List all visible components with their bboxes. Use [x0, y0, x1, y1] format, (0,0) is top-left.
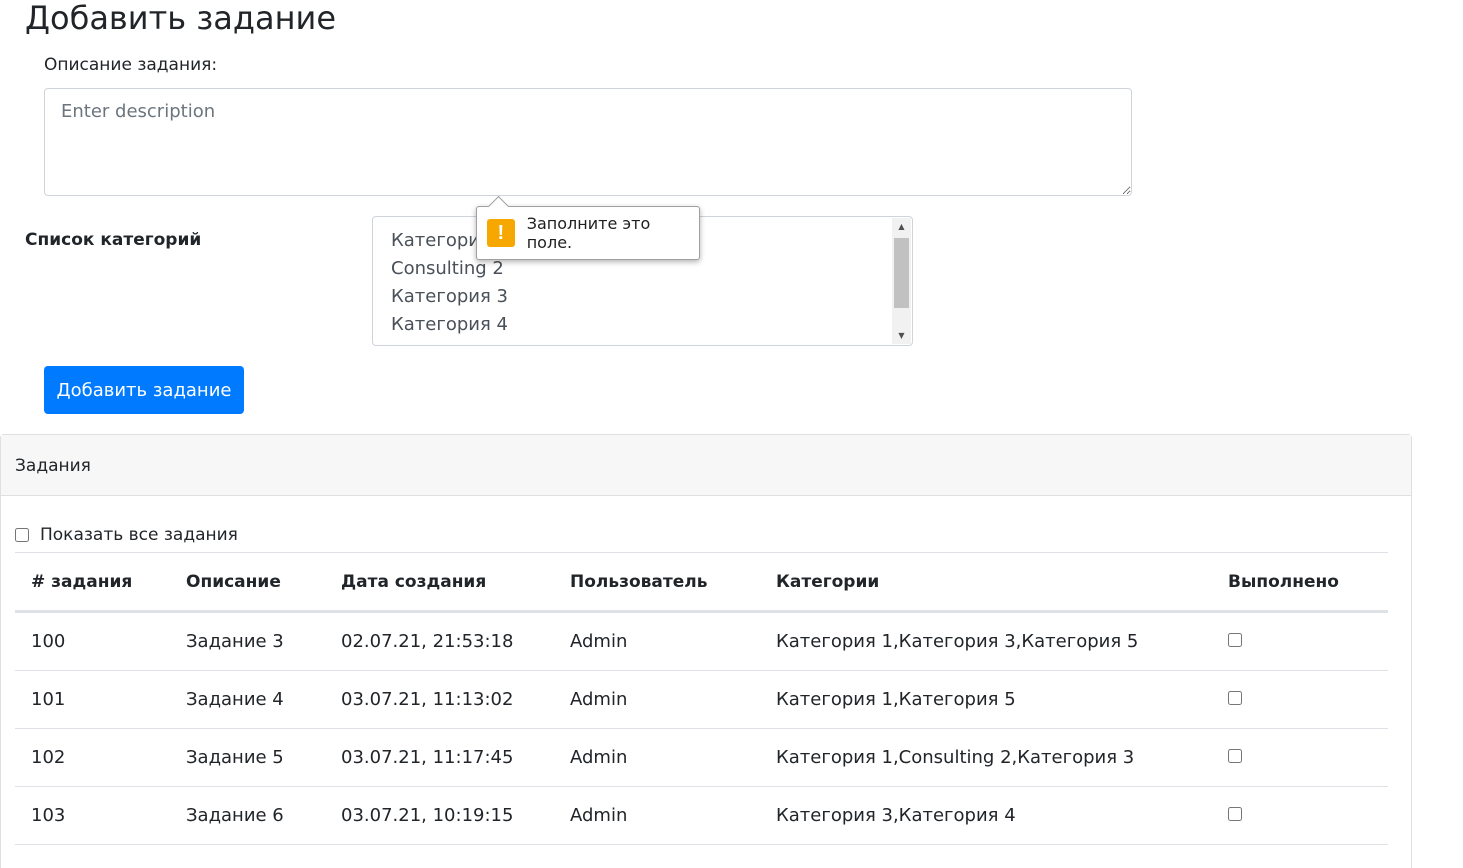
- scroll-up-arrow-icon[interactable]: ▲: [892, 218, 911, 235]
- task-done-checkbox[interactable]: [1228, 633, 1242, 647]
- task-user: Admin: [554, 786, 760, 845]
- categories-label: Список категорий: [25, 230, 202, 250]
- show-all-label: Показать все задания: [40, 525, 238, 545]
- scroll-down-arrow-icon[interactable]: ▼: [892, 327, 911, 344]
- task-categories: Категория 1,Категория 5: [760, 670, 1212, 729]
- task-categories: Категория 3,Категория 4: [760, 786, 1212, 845]
- column-header-description: Описание: [170, 552, 325, 613]
- column-header-created: Дата создания: [325, 552, 554, 613]
- add-task-button[interactable]: Добавить задание: [44, 366, 244, 414]
- categories-scrollbar[interactable]: ▲ ▼: [892, 218, 911, 344]
- task-description: Задание 6: [170, 786, 325, 845]
- task-id: 101: [15, 670, 170, 729]
- task-user: Admin: [554, 728, 760, 787]
- column-header-done: Выполнено: [1212, 552, 1388, 613]
- task-created: 02.07.21, 21:53:18: [325, 611, 554, 671]
- page-title: Добавить задание: [25, 0, 337, 37]
- table-row: 100 Задание 3 02.07.21, 21:53:18 Admin К…: [15, 611, 1388, 671]
- task-created: 03.07.21, 10:19:15: [325, 786, 554, 845]
- task-id: 102: [15, 728, 170, 787]
- task-id: 103: [15, 786, 170, 845]
- task-description: Задание 5: [170, 728, 325, 787]
- task-user: Admin: [554, 611, 760, 671]
- description-label: Описание задания:: [44, 55, 218, 75]
- tasks-card: Задания Показать все задания # задания О…: [0, 434, 1412, 868]
- table-header-row: # задания Описание Дата создания Пользов…: [15, 552, 1388, 613]
- task-user: Admin: [554, 670, 760, 729]
- task-done-checkbox[interactable]: [1228, 691, 1242, 705]
- tasks-card-header: Задания: [1, 435, 1411, 496]
- table-row: 101 Задание 4 03.07.21, 11:13:02 Admin К…: [15, 670, 1388, 729]
- warning-icon: !: [487, 219, 515, 247]
- tasks-table: # задания Описание Дата создания Пользов…: [15, 552, 1388, 845]
- task-id: 100: [15, 611, 170, 671]
- show-all-checkbox[interactable]: [15, 528, 29, 542]
- task-done-checkbox[interactable]: [1228, 749, 1242, 763]
- tooltip-arrow: [487, 195, 510, 218]
- task-done-cell: [1212, 728, 1388, 787]
- task-done-cell: [1212, 786, 1388, 845]
- column-header-id: # задания: [15, 552, 170, 613]
- task-created: 03.07.21, 11:17:45: [325, 728, 554, 787]
- task-done-cell: [1212, 611, 1388, 671]
- column-header-categories: Категории: [760, 552, 1212, 613]
- task-done-cell: [1212, 670, 1388, 729]
- task-categories: Категория 1,Категория 3,Категория 5: [760, 611, 1212, 671]
- page: Добавить задание Описание задания: Списо…: [0, 0, 1463, 868]
- description-input[interactable]: [44, 88, 1132, 196]
- column-header-user: Пользователь: [554, 552, 760, 613]
- table-row: 102 Задание 5 03.07.21, 11:17:45 Admin К…: [15, 728, 1388, 787]
- task-done-checkbox[interactable]: [1228, 807, 1242, 821]
- show-all-tasks-toggle[interactable]: Показать все задания: [15, 525, 238, 545]
- table-row: 103 Задание 6 03.07.21, 10:19:15 Admin К…: [15, 786, 1388, 845]
- task-categories: Категория 1,Consulting 2,Категория 3: [760, 728, 1212, 787]
- category-option[interactable]: Категория 3: [373, 283, 892, 311]
- category-option[interactable]: Категория 4: [373, 311, 892, 339]
- task-created: 03.07.21, 11:13:02: [325, 670, 554, 729]
- task-description: Задание 3: [170, 611, 325, 671]
- tooltip-message: Заполните это поле.: [526, 214, 651, 252]
- validation-tooltip: ! Заполните это поле.: [476, 195, 700, 260]
- task-description: Задание 4: [170, 670, 325, 729]
- scrollbar-thumb[interactable]: [894, 238, 909, 308]
